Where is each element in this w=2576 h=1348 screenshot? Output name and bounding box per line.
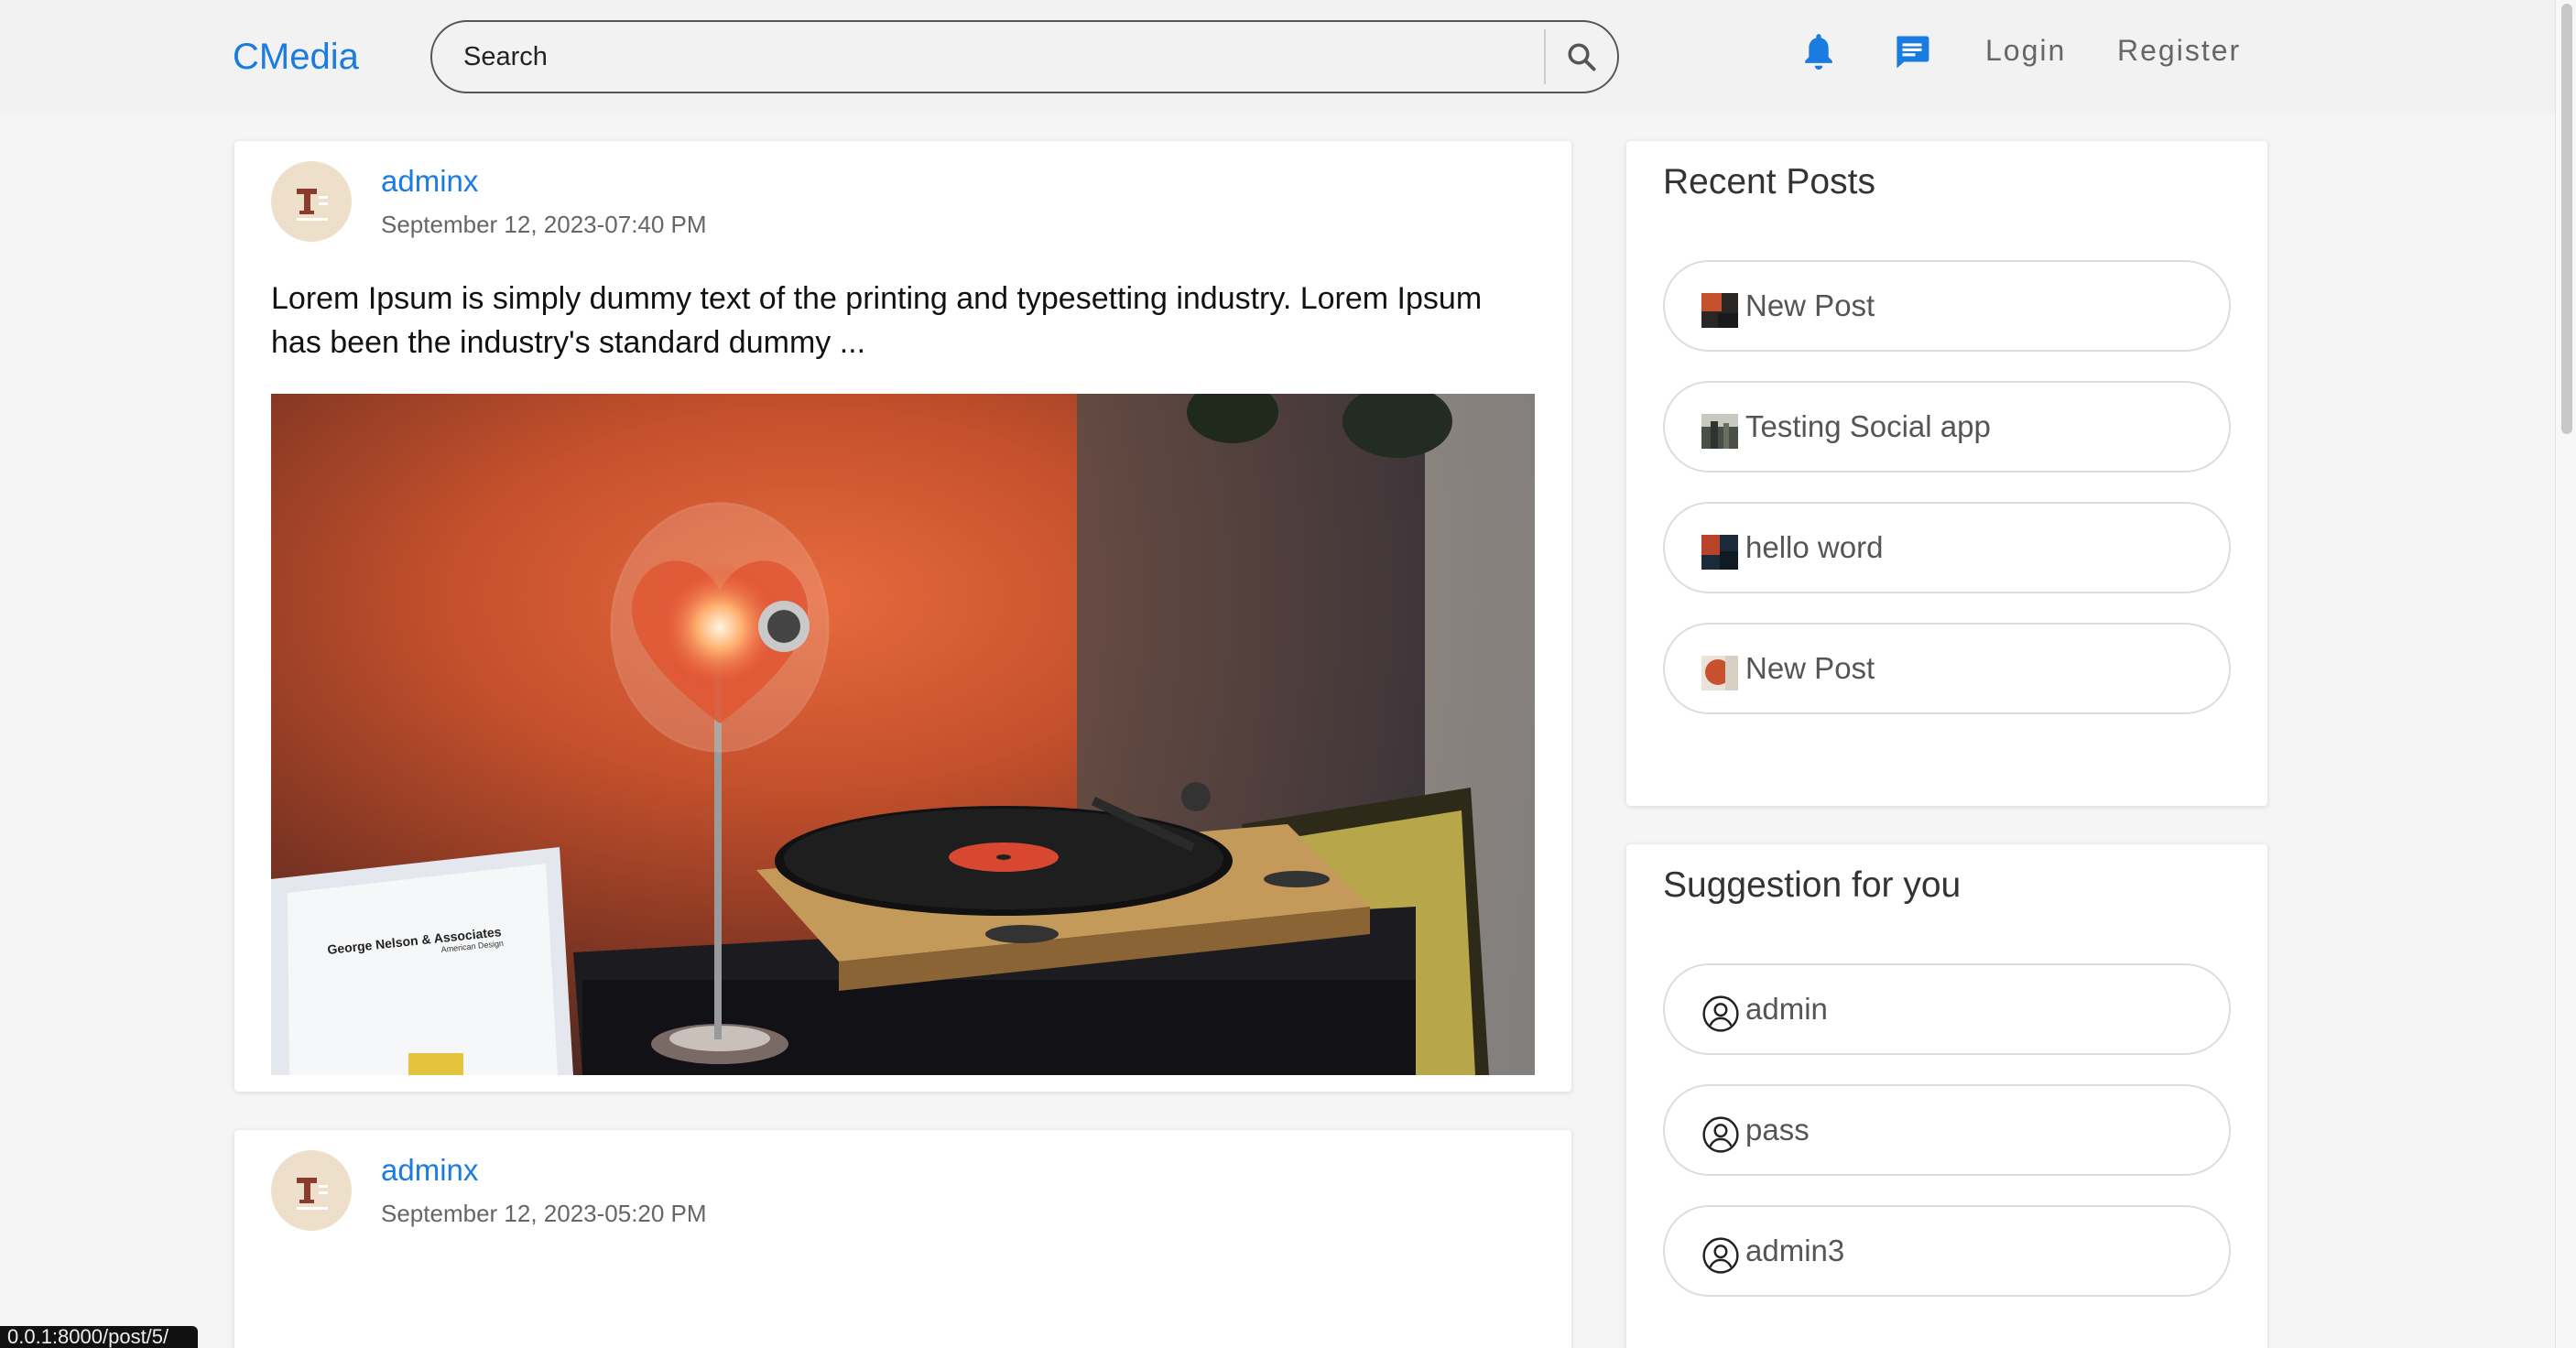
post-thumbnail-icon bbox=[1701, 535, 1738, 570]
scrollbar-thumb[interactable] bbox=[2561, 4, 2572, 434]
recent-post-label: New Post bbox=[1745, 651, 1875, 685]
post-author-link[interactable]: adminx bbox=[381, 1152, 478, 1189]
post-date: September 12, 2023-05:20 PM bbox=[381, 1200, 707, 1227]
post-image[interactable]: George Nelson & Associates American Desi… bbox=[271, 394, 1535, 1075]
suggested-user-label: pass bbox=[1745, 1113, 1810, 1147]
chat-icon[interactable] bbox=[1892, 33, 1932, 71]
post-thumbnail-icon bbox=[1701, 293, 1738, 328]
post-date: September 12, 2023-07:40 PM bbox=[381, 211, 707, 238]
post-card: adminx September 12, 2023-05:20 PM bbox=[234, 1130, 1571, 1348]
suggested-user-item[interactable]: pass bbox=[1663, 1084, 2231, 1176]
user-circle-icon bbox=[1702, 995, 1739, 1032]
recent-posts-card: Recent Posts New Post Testing Social app… bbox=[1626, 141, 2267, 806]
suggested-user-item[interactable]: admin bbox=[1663, 963, 2231, 1055]
bell-icon[interactable] bbox=[1800, 31, 1837, 73]
status-bar-url: 0.0.1:8000/post/5/ bbox=[0, 1326, 198, 1348]
suggested-user-item[interactable]: admin3 bbox=[1663, 1205, 2231, 1297]
register-link[interactable]: Register bbox=[2117, 31, 2241, 70]
post-thumbnail-icon bbox=[1701, 656, 1738, 690]
recent-post-item[interactable]: hello word bbox=[1663, 502, 2231, 593]
recent-post-item[interactable]: Testing Social app bbox=[1663, 381, 2231, 473]
post-author-link[interactable]: adminx bbox=[381, 163, 478, 200]
suggestions-title: Suggestion for you bbox=[1663, 865, 1962, 905]
post-thumbnail-icon bbox=[1701, 414, 1738, 449]
recent-post-item[interactable]: New Post bbox=[1663, 623, 2231, 714]
suggested-user-label: admin bbox=[1745, 992, 1828, 1026]
recent-post-label: Testing Social app bbox=[1745, 409, 1991, 443]
brand-logo-link[interactable]: CMedia bbox=[233, 33, 359, 81]
suggestions-card: Suggestion for you admin pass admin3 bbox=[1626, 844, 2267, 1348]
avatar[interactable] bbox=[271, 161, 352, 242]
navbar: CMedia Login Register bbox=[0, 0, 2555, 114]
user-avatar-icon bbox=[297, 1178, 328, 1210]
user-circle-icon bbox=[1702, 1116, 1739, 1153]
search-icon bbox=[1568, 43, 1596, 71]
recent-post-item[interactable]: New Post bbox=[1663, 260, 2231, 352]
search-bar bbox=[430, 20, 1619, 93]
recent-post-label: New Post bbox=[1745, 288, 1875, 322]
turntable-lamp-photo: George Nelson & Associates American Desi… bbox=[271, 394, 1535, 1075]
suggested-user-label: admin3 bbox=[1745, 1234, 1845, 1267]
login-link[interactable]: Login bbox=[1985, 31, 2066, 70]
search-input[interactable] bbox=[432, 22, 1546, 92]
recent-posts-title: Recent Posts bbox=[1663, 162, 1875, 201]
search-button[interactable] bbox=[1544, 29, 1617, 84]
post-text: Lorem Ipsum is simply dummy text of the … bbox=[271, 281, 1483, 360]
user-circle-icon bbox=[1702, 1237, 1739, 1274]
user-avatar-icon bbox=[297, 189, 328, 221]
post-card: adminx September 12, 2023-07:40 PM Lorem… bbox=[234, 141, 1571, 1092]
avatar[interactable] bbox=[271, 1150, 352, 1231]
recent-post-label: hello word bbox=[1745, 530, 1884, 564]
